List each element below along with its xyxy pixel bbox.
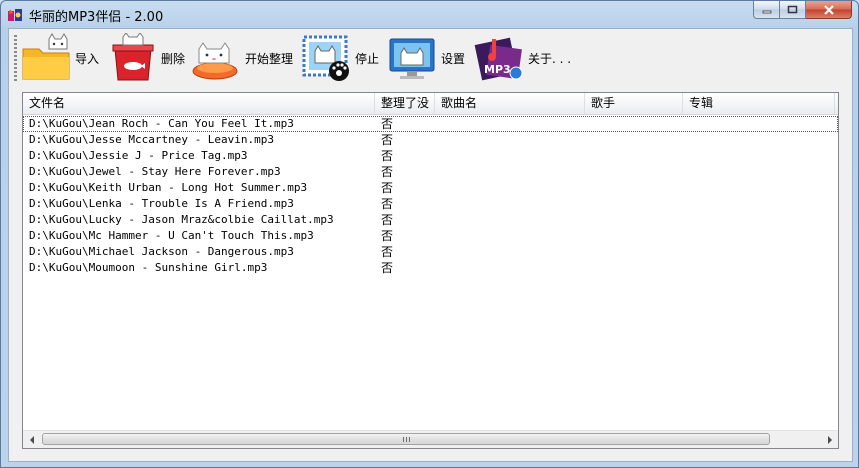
thumb-grip [403,437,411,442]
toolbar-grip[interactable] [14,35,17,83]
minimize-button[interactable] [753,1,780,19]
table-row[interactable]: D:\KuGou\Jessie J - Price Tag.mp3 否 [23,148,838,164]
column-header-organized[interactable]: 整理了没 [375,93,435,114]
settings-label: 设置 [441,51,466,66]
stop-stamp-icon [302,35,349,81]
start-organize-button[interactable]: 开始整理 [191,33,293,83]
trash-cat-icon [112,33,154,81]
list-header: 文件名 整理了没 歌曲名 歌手 专辑 [23,93,838,115]
table-row[interactable]: D:\KuGou\Mc Hammer - U Can't Touch This.… [23,228,838,244]
file-path-cell: D:\KuGou\Jean Roch - Can You Feel It.mp3 [29,117,294,130]
file-path-cell: D:\KuGou\Michael Jackson - Dangerous.mp3 [29,245,294,258]
table-row[interactable]: D:\KuGou\Keith Urban - Long Hot Summer.m… [23,180,838,196]
import-label: 导入 [75,51,100,66]
stop-label: 停止 [355,51,380,66]
close-button[interactable] [806,1,852,19]
table-row[interactable]: D:\KuGou\Lenka - Trouble Is A Friend.mp3… [23,196,838,212]
organized-status-cell: 否 [381,213,394,227]
about-button[interactable]: MP3 关于. . . [474,33,571,83]
table-row[interactable]: D:\KuGou\Jesse Mccartney - Leavin.mp3 否 [23,132,838,148]
close-icon [823,4,834,15]
monitor-cat-icon [389,38,435,79]
organized-status-cell: 否 [381,133,394,147]
file-path-cell: D:\KuGou\Lucky - Jason Mraz&colbie Caill… [29,213,334,226]
file-path-cell: D:\KuGou\Lenka - Trouble Is A Friend.mp3 [29,197,294,210]
settings-button[interactable]: 设置 [387,33,465,83]
arrow-left-icon [29,435,34,444]
maximize-button[interactable] [780,1,806,19]
window-title: 华丽的MP3伴侣 - 2.00 [29,10,164,25]
app-window: 华丽的MP3伴侣 - 2.00 导入 删除 开始整理 停止 设置 MP3 关于.… [0,0,859,468]
file-path-cell: D:\KuGou\Keith Urban - Long Hot Summer.m… [29,181,308,194]
column-header-song-title[interactable]: 歌曲名 [435,93,585,114]
organized-status-cell: 否 [381,149,394,163]
start-organize-label: 开始整理 [245,51,294,66]
table-row[interactable]: D:\KuGou\Jean Roch - Can You Feel It.mp3… [23,116,838,132]
maximize-icon [787,5,798,14]
organized-status-cell: 否 [381,197,394,211]
file-path-cell: D:\KuGou\Jewel - Stay Here Forever.mp3 [29,165,281,178]
delete-label: 删除 [161,51,186,66]
table-row[interactable]: D:\KuGou\Lucky - Jason Mraz&colbie Caill… [23,212,838,228]
horizontal-scrollbar[interactable] [23,430,838,448]
file-path-cell: D:\KuGou\Jessie J - Price Tag.mp3 [29,149,248,162]
organized-status-cell: 否 [381,117,394,131]
list-rows: D:\KuGou\Jean Roch - Can You Feel It.mp3… [23,116,838,276]
organized-status-cell: 否 [381,229,394,243]
title-bar[interactable]: 华丽的MP3伴侣 - 2.00 [1,1,858,27]
stop-button[interactable]: 停止 [301,33,379,83]
organized-status-cell: 否 [381,181,394,195]
folder-cat-icon [22,33,70,80]
window-controls [753,1,852,21]
arrow-right-icon [827,435,832,444]
file-list[interactable]: 文件名 整理了没 歌曲名 歌手 专辑 D:\KuGou\Jean Roch - … [22,92,839,449]
minimize-icon [762,10,771,13]
delete-button[interactable]: 删除 [107,33,185,83]
column-header-filename[interactable]: 文件名 [23,93,375,114]
organized-status-cell: 否 [381,261,394,275]
organized-status-cell: 否 [381,245,394,259]
scroll-thumb[interactable] [42,433,770,445]
table-row[interactable]: D:\KuGou\Moumoon - Sunshine Girl.mp3 否 [23,260,838,276]
mp3-music-icon: MP3 [474,37,523,81]
svg-text:MP3: MP3 [484,63,511,76]
file-path-cell: D:\KuGou\Moumoon - Sunshine Girl.mp3 [29,261,268,274]
scroll-left-button[interactable] [23,431,40,448]
app-icon [8,9,22,21]
toolbar: 导入 删除 开始整理 停止 设置 MP3 关于. . . [9,29,852,89]
table-row[interactable]: D:\KuGou\Jewel - Stay Here Forever.mp3 否 [23,164,838,180]
scroll-right-button[interactable] [821,431,838,448]
client-area: 导入 删除 开始整理 停止 设置 MP3 关于. . . 文件名 整理了没 歌曲… [8,28,853,462]
file-path-cell: D:\KuGou\Mc Hammer - U Can't Touch This.… [29,229,314,242]
import-button[interactable]: 导入 [21,33,99,83]
table-row[interactable]: D:\KuGou\Michael Jackson - Dangerous.mp3… [23,244,838,260]
about-label: 关于. . . [528,51,572,66]
organized-status-cell: 否 [381,165,394,179]
file-path-cell: D:\KuGou\Jesse Mccartney - Leavin.mp3 [29,133,275,146]
column-header-album[interactable]: 专辑 [683,93,835,114]
cat-cushion-icon [192,42,238,80]
column-header-artist[interactable]: 歌手 [585,93,683,114]
